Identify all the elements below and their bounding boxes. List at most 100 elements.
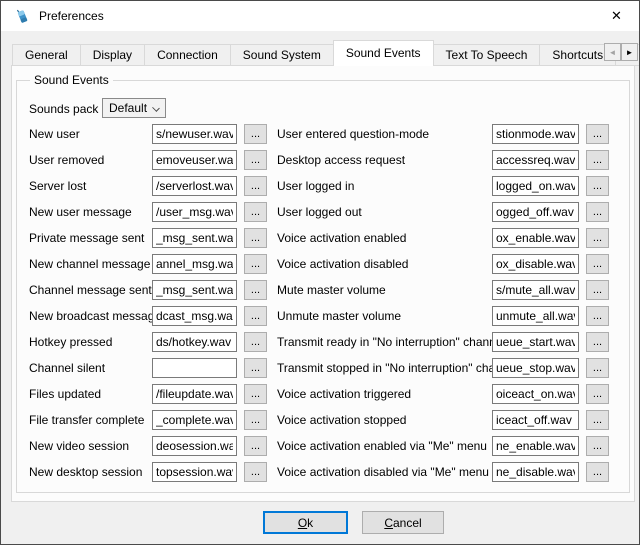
sound-event-label: User logged out [277, 205, 362, 219]
sounds-pack-label: Sounds pack [29, 102, 98, 116]
browse-button[interactable]: ... [244, 384, 267, 404]
browse-button[interactable]: ... [244, 306, 267, 326]
sound-file-input[interactable] [152, 280, 237, 300]
group-title: Sound Events [30, 73, 113, 87]
browse-button[interactable]: ... [586, 462, 609, 482]
close-icon[interactable]: ✕ [594, 1, 639, 31]
sound-file-input[interactable] [152, 306, 237, 326]
sound-event-label: New video session [29, 439, 129, 453]
browse-button[interactable]: ... [244, 202, 267, 222]
sound-file-input[interactable] [152, 202, 237, 222]
browse-button[interactable]: ... [586, 280, 609, 300]
browse-button[interactable]: ... [586, 306, 609, 326]
sound-event-label: Channel silent [29, 361, 105, 375]
sound-event-label: Voice activation stopped [277, 413, 406, 427]
chevron-down-icon [152, 104, 160, 112]
sound-event-label: New user message [29, 205, 132, 219]
browse-button[interactable]: ... [244, 410, 267, 430]
sound-file-input[interactable] [492, 176, 579, 196]
sound-file-input[interactable] [152, 124, 237, 144]
cancel-button[interactable]: Cancel [362, 511, 444, 534]
browse-button[interactable]: ... [244, 176, 267, 196]
tab-general[interactable]: General [12, 44, 81, 66]
sound-file-input[interactable] [492, 306, 579, 326]
preferences-window: Preferences ✕ General Display Connection… [0, 0, 640, 545]
browse-button[interactable]: ... [244, 436, 267, 456]
sound-event-label: Transmit ready in "No interruption" chan… [277, 335, 505, 349]
sound-events-group: Sound Events Sounds pack Default New use… [16, 80, 630, 493]
tab-sound-system[interactable]: Sound System [230, 44, 334, 66]
sound-file-input[interactable] [492, 436, 579, 456]
sound-event-label: Files updated [29, 387, 101, 401]
tab-connection[interactable]: Connection [144, 44, 231, 66]
sounds-pack-select[interactable]: Default [102, 98, 166, 118]
sound-event-label: Voice activation enabled via "Me" menu [277, 439, 487, 453]
browse-button[interactable]: ... [244, 124, 267, 144]
titlebar: Preferences ✕ [1, 1, 639, 31]
sound-event-label: New user [29, 127, 80, 141]
sound-file-input[interactable] [152, 254, 237, 274]
browse-button[interactable]: ... [586, 358, 609, 378]
browse-button[interactable]: ... [586, 124, 609, 144]
sound-file-input[interactable] [492, 202, 579, 222]
sound-events-grid: New user ... User entered question-mode … [29, 124, 609, 482]
tab-sound-events[interactable]: Sound Events [333, 40, 434, 66]
ok-button[interactable]: Ok [263, 511, 348, 534]
sound-file-input[interactable] [492, 410, 579, 430]
sound-event-label: Voice activation disabled [277, 257, 408, 271]
sound-file-input[interactable] [492, 124, 579, 144]
sound-file-input[interactable] [492, 358, 579, 378]
sound-file-input[interactable] [492, 384, 579, 404]
sound-event-label: File transfer complete [29, 413, 144, 427]
sound-event-label: New desktop session [29, 465, 142, 479]
browse-button[interactable]: ... [586, 436, 609, 456]
browse-button[interactable]: ... [586, 176, 609, 196]
browse-button[interactable]: ... [244, 254, 267, 274]
sound-file-input[interactable] [492, 332, 579, 352]
sound-event-label: Channel message sent [29, 283, 152, 297]
app-logo-icon [14, 8, 30, 24]
sound-file-input[interactable] [152, 176, 237, 196]
sound-event-label: New channel message [29, 257, 150, 271]
sound-file-input[interactable] [492, 462, 579, 482]
browse-button[interactable]: ... [244, 332, 267, 352]
browse-button[interactable]: ... [586, 332, 609, 352]
sound-event-label: Voice activation disabled via "Me" menu [277, 465, 489, 479]
sound-event-label: Hotkey pressed [29, 335, 112, 349]
sound-file-input[interactable] [152, 358, 237, 378]
sound-event-label: User removed [29, 153, 104, 167]
browse-button[interactable]: ... [586, 254, 609, 274]
tab-text-to-speech[interactable]: Text To Speech [433, 44, 541, 66]
tab-scroll-left-icon[interactable]: ◄ [604, 43, 621, 61]
window-title: Preferences [39, 9, 104, 23]
browse-button[interactable]: ... [586, 228, 609, 248]
sound-file-input[interactable] [492, 280, 579, 300]
browse-button[interactable]: ... [586, 150, 609, 170]
sound-event-label: Mute master volume [277, 283, 386, 297]
sound-file-input[interactable] [152, 150, 237, 170]
browse-button[interactable]: ... [244, 280, 267, 300]
sound-event-label: Server lost [29, 179, 86, 193]
sound-file-input[interactable] [152, 228, 237, 248]
sound-file-input[interactable] [492, 254, 579, 274]
sound-event-label: Desktop access request [277, 153, 405, 167]
browse-button[interactable]: ... [244, 228, 267, 248]
tab-scroll-right-icon[interactable]: ► [621, 43, 638, 61]
sound-file-input[interactable] [492, 150, 579, 170]
browse-button[interactable]: ... [244, 358, 267, 378]
tab-display[interactable]: Display [80, 44, 145, 66]
sounds-pack-value: Default [109, 101, 147, 115]
browse-button[interactable]: ... [244, 462, 267, 482]
browse-button[interactable]: ... [586, 384, 609, 404]
sound-file-input[interactable] [492, 228, 579, 248]
sound-file-input[interactable] [152, 410, 237, 430]
sound-file-input[interactable] [152, 436, 237, 456]
sound-file-input[interactable] [152, 332, 237, 352]
browse-button[interactable]: ... [244, 150, 267, 170]
sound-event-label: Transmit stopped in "No interruption" ch… [277, 361, 518, 375]
sound-file-input[interactable] [152, 384, 237, 404]
sound-file-input[interactable] [152, 462, 237, 482]
sound-event-label: New broadcast message [29, 309, 161, 323]
browse-button[interactable]: ... [586, 202, 609, 222]
browse-button[interactable]: ... [586, 410, 609, 430]
